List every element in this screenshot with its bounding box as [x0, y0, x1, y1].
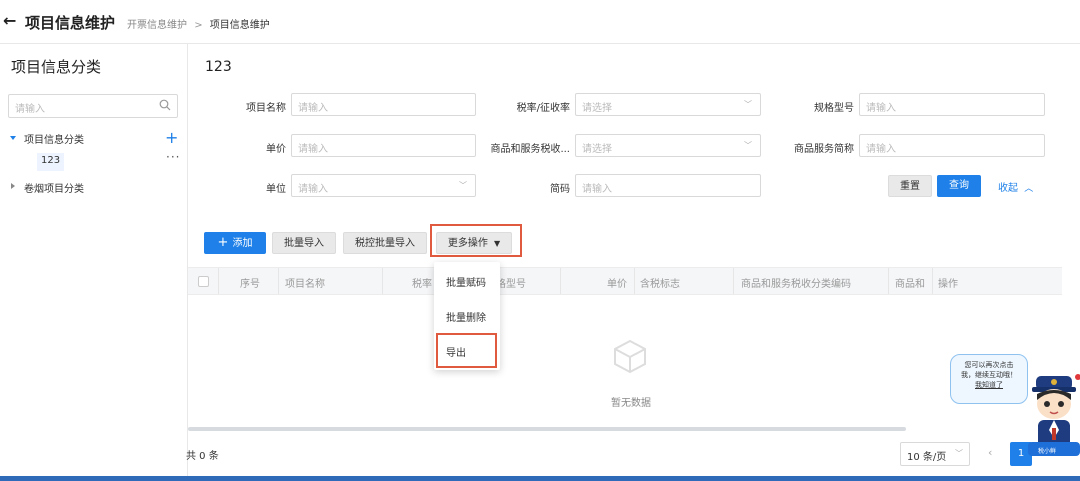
- sidebar-search-placeholder: 请输入: [15, 104, 45, 115]
- column-divider: [634, 268, 635, 294]
- column-header-index: 序号: [240, 279, 260, 290]
- chevron-down-icon: ﹀: [744, 100, 752, 109]
- assistant-bubble[interactable]: 您可以再次点击 我，继续互动哦！ 我知道了: [950, 354, 1028, 404]
- assistant-bubble-line: 您可以再次点击: [964, 361, 1014, 369]
- short-name-placeholder: 请输入: [866, 144, 896, 155]
- code-label: 简码: [550, 184, 570, 195]
- plus-icon: +: [217, 235, 229, 250]
- page-size-select[interactable]: 10 条/页 ﹀: [900, 442, 970, 466]
- project-name-label: 项目名称: [246, 103, 286, 114]
- export-highlight: [436, 333, 497, 368]
- collapse-label: 收起: [998, 183, 1018, 194]
- page-size-value: 10 条/页: [907, 452, 947, 463]
- caret-down-icon[interactable]: [10, 136, 16, 140]
- app-root: ← 项目信息维护 开票信息维护 > 项目信息维护 项目信息分类 请输入 项目信息…: [0, 0, 1080, 481]
- column-header-goods: 商品和: [895, 279, 925, 290]
- column-header-tax-included: 含税标志: [640, 279, 680, 290]
- breadcrumb: 开票信息维护 > 项目信息维护: [127, 16, 270, 31]
- code-placeholder: 请输入: [582, 184, 612, 195]
- add-category-icon[interactable]: +: [165, 128, 178, 147]
- column-divider: [218, 268, 219, 294]
- assistant-dismiss-link[interactable]: 我知道了: [955, 380, 1023, 390]
- column-divider: [560, 268, 561, 294]
- code-input[interactable]: 请输入: [575, 174, 761, 197]
- short-name-label: 商品服务简称: [794, 144, 854, 155]
- select-all-checkbox[interactable]: [198, 276, 209, 287]
- horizontal-scrollbar[interactable]: [188, 427, 906, 431]
- breadcrumb-item-current: 项目信息维护: [209, 20, 270, 31]
- assistant-label: 税小鲜: [1038, 448, 1057, 455]
- back-arrow-icon[interactable]: ←: [3, 12, 17, 30]
- column-header-actions: 操作: [938, 279, 958, 290]
- table-header: 序号 项目名称 税率 规格型号 单价 含税标志 商品和服务税收分类编码 商品和 …: [188, 267, 1062, 295]
- column-header-tax-rate: 税率: [412, 279, 432, 290]
- assistant-bubble-line: 我，继续互动哦！: [961, 371, 1017, 379]
- column-divider: [888, 268, 889, 294]
- project-name-placeholder: 请输入: [298, 103, 328, 114]
- column-divider: [278, 268, 279, 294]
- tax-rate-select[interactable]: 请选择 ﹀: [575, 93, 761, 116]
- top-header: ← 项目信息维护 开票信息维护 > 项目信息维护: [0, 0, 1080, 44]
- tax-code-label: 商品和服务税收...: [490, 144, 570, 155]
- total-count: 共 0 条: [186, 451, 219, 462]
- column-divider: [733, 268, 734, 294]
- menu-item-batch-assign-code[interactable]: 批量赋码: [446, 274, 486, 289]
- more-options-icon[interactable]: ···: [166, 150, 180, 164]
- search-icon[interactable]: [159, 99, 171, 111]
- column-header-unit-price: 单价: [607, 279, 627, 290]
- page-title: 项目信息维护: [25, 14, 116, 32]
- unit-placeholder: 请输入: [298, 184, 328, 195]
- spec-model-input[interactable]: 请输入: [859, 93, 1045, 116]
- short-name-input[interactable]: 请输入: [859, 134, 1045, 157]
- add-button[interactable]: + 添加: [204, 232, 266, 254]
- column-divider: [382, 268, 383, 294]
- chevron-down-icon: ﹀: [955, 449, 963, 458]
- unit-select[interactable]: 请输入 ﹀: [291, 174, 476, 197]
- tax-rate-label: 税率/征收率: [516, 103, 570, 114]
- tree-node-label: 卷烟项目分类: [24, 184, 84, 195]
- tax-code-select[interactable]: 请选择 ﹀: [575, 134, 761, 157]
- add-button-label: 添加: [232, 238, 253, 249]
- collapse-link[interactable]: 收起 ︿: [998, 179, 1033, 194]
- tree-node-project-category[interactable]: 项目信息分类 +: [0, 128, 188, 147]
- tax-control-import-button[interactable]: 税控批量导入: [343, 232, 427, 254]
- chevron-down-icon: ﹀: [744, 141, 752, 150]
- menu-item-batch-delete[interactable]: 批量删除: [446, 309, 486, 324]
- notification-dot: [1075, 374, 1080, 380]
- breadcrumb-item-invoice[interactable]: 开票信息维护: [127, 20, 187, 31]
- breadcrumb-separator: >: [194, 20, 203, 31]
- tree-node-label: 项目信息分类: [24, 135, 84, 146]
- sidebar-search-input[interactable]: 请输入: [8, 94, 178, 118]
- tax-code-placeholder: 请选择: [582, 144, 612, 155]
- chevron-up-icon: ︿: [1024, 184, 1034, 194]
- category-sidebar: 项目信息分类 请输入 项目信息分类 + 123 ··· 卷烟项目分类: [0, 44, 188, 476]
- empty-state-text: 暂无数据: [611, 398, 651, 409]
- empty-box-icon: [614, 339, 646, 374]
- batch-import-button[interactable]: 批量导入: [272, 232, 336, 254]
- query-button[interactable]: 查询: [937, 175, 981, 197]
- bottom-strip: [0, 476, 1080, 481]
- tree-node-cigarette-category[interactable]: 卷烟项目分类: [0, 180, 188, 196]
- unit-label: 单位: [266, 184, 286, 195]
- tree-node-123[interactable]: 123: [37, 153, 65, 171]
- reset-button[interactable]: 重置: [888, 175, 932, 197]
- chevron-down-icon: ﹀: [459, 181, 467, 190]
- more-actions-highlight: [430, 224, 522, 257]
- prev-page-icon[interactable]: ‹: [988, 446, 992, 459]
- column-header-project-name: 项目名称: [285, 279, 325, 290]
- unit-price-label: 单价: [266, 144, 286, 155]
- category-heading: 123: [205, 59, 232, 75]
- column-divider: [932, 268, 933, 294]
- spec-model-label: 规格型号: [814, 103, 854, 114]
- unit-price-placeholder: 请输入: [298, 144, 328, 155]
- spec-model-placeholder: 请输入: [866, 103, 896, 114]
- project-name-input[interactable]: 请输入: [291, 93, 476, 116]
- sidebar-title: 项目信息分类: [11, 58, 102, 76]
- column-header-tax-classification-code: 商品和服务税收分类编码: [741, 279, 851, 290]
- unit-price-input[interactable]: 请输入: [291, 134, 476, 157]
- tax-rate-placeholder: 请选择: [582, 103, 612, 114]
- caret-right-icon[interactable]: [11, 183, 15, 189]
